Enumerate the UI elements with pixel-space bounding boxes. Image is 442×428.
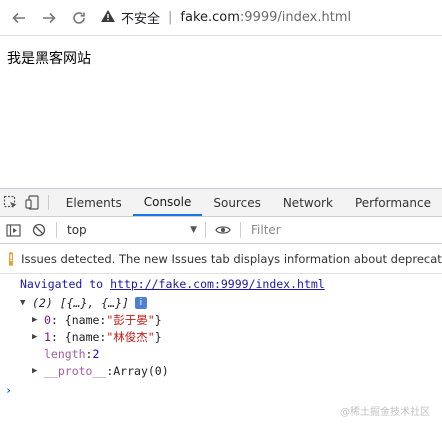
toolbar-separator <box>205 222 206 238</box>
item-colon: : <box>99 312 107 327</box>
console-prompt[interactable]: › <box>0 379 442 401</box>
url-path[interactable]: :9999/index.html <box>240 10 351 25</box>
item-value: "林俊杰" <box>106 329 155 344</box>
device-icon <box>25 195 40 210</box>
live-expression-button[interactable] <box>210 217 236 244</box>
watermark: @稀土掘金技术社区 <box>340 407 430 418</box>
length-colon: : <box>85 346 93 361</box>
length-value: 2 <box>92 346 100 361</box>
warning-icon[interactable] <box>100 9 116 27</box>
collapsed-triangle-icon[interactable]: ▶ <box>32 332 44 342</box>
proto-value: Array(0) <box>113 363 169 378</box>
collapsed-triangle-icon[interactable]: ▶ <box>32 366 44 376</box>
forward-button[interactable] <box>38 7 60 29</box>
toolbar-separator <box>240 222 241 238</box>
tab-console[interactable]: Console <box>132 189 203 216</box>
address-bar[interactable]: 不安全 | fake.com:9999/index.html <box>100 5 351 31</box>
collapsed-triangle-icon[interactable]: ▶ <box>32 315 44 325</box>
issues-banner[interactable]: ! Issues detected. The new Issues tab di… <box>0 244 442 274</box>
devtools-panel: Elements Console Sources Network Perform… <box>0 188 442 428</box>
arrow-left-icon <box>12 12 25 23</box>
back-button[interactable] <box>8 7 30 29</box>
array-item-row[interactable]: ▶ 0: {name: "彭于晏"} <box>0 311 442 328</box>
omnibox-separator: | <box>168 10 173 25</box>
tab-sources[interactable]: Sources <box>202 189 271 216</box>
info-icon[interactable]: i <box>134 296 147 309</box>
navigated-message: Navigated to http://fake.com:9999/index.… <box>0 274 442 294</box>
context-selector[interactable]: top ▼ <box>61 217 201 244</box>
item-close: } <box>154 329 162 344</box>
tab-network[interactable]: Network <box>272 189 344 216</box>
reload-button[interactable] <box>68 7 90 29</box>
item-colon: : { <box>50 312 72 327</box>
filter-input[interactable]: Filter <box>251 223 281 237</box>
url-host[interactable]: fake.com <box>180 10 240 25</box>
inspect-element-button[interactable] <box>0 189 22 216</box>
prompt-chevron-icon: › <box>5 383 12 397</box>
console-toolbar: top ▼ Filter <box>0 217 442 244</box>
item-index: 1 <box>44 329 51 344</box>
page-viewport: 我是黑客网站 <box>0 36 442 188</box>
console-output: Navigated to http://fake.com:9999/index.… <box>0 274 442 401</box>
eye-icon <box>215 226 231 234</box>
proto-key: __proto__ <box>44 363 107 378</box>
inspect-icon <box>4 195 17 208</box>
item-colon: : { <box>50 329 72 344</box>
toolbar-separator <box>56 222 57 238</box>
page-heading: 我是黑客网站 <box>7 51 91 67</box>
context-label: top <box>67 223 87 237</box>
expanded-triangle-icon[interactable]: ▼ <box>20 298 32 308</box>
item-key: name <box>71 329 100 344</box>
browser-toolbar: 不安全 | fake.com:9999/index.html <box>0 0 442 36</box>
item-colon: : <box>99 329 107 344</box>
item-key: name <box>71 312 100 327</box>
navigated-url-link[interactable]: http://fake.com:9999/index.html <box>110 277 325 291</box>
array-summary-row[interactable]: ▼ (2) [{…}, {…}] i <box>0 294 442 311</box>
navigated-prefix: Navigated to <box>20 277 104 291</box>
array-summary: (2) [{…}, {…}] <box>32 295 129 310</box>
devtools-tab-bar: Elements Console Sources Network Perform… <box>0 189 442 217</box>
item-close: } <box>154 312 162 327</box>
sidebar-toggle-button[interactable] <box>0 217 26 244</box>
proto-colon: : <box>106 363 114 378</box>
reload-icon <box>73 11 85 24</box>
block-icon <box>32 223 46 237</box>
dropdown-arrow-icon: ▼ <box>190 225 197 235</box>
arrow-right-icon <box>43 12 56 23</box>
tab-divider <box>47 195 49 210</box>
item-index: 0 <box>44 312 51 327</box>
length-row: length: 2 <box>0 345 442 362</box>
tab-performance[interactable]: Performance <box>344 189 442 216</box>
array-item-row[interactable]: ▶ 1: {name: "林俊杰"} <box>0 328 442 345</box>
device-toolbar-button[interactable] <box>22 189 44 216</box>
item-value: "彭于晏" <box>106 312 155 327</box>
issues-message: Issues detected. The new Issues tab disp… <box>21 251 442 266</box>
length-key: length <box>44 346 86 361</box>
proto-row[interactable]: ▶ __proto__: Array(0) <box>0 362 442 379</box>
tab-elements[interactable]: Elements <box>55 189 133 216</box>
issue-warning-icon: ! <box>9 251 14 266</box>
security-label[interactable]: 不安全 <box>121 8 160 27</box>
sidebar-play-icon <box>5 223 21 237</box>
clear-console-button[interactable] <box>26 217 52 244</box>
